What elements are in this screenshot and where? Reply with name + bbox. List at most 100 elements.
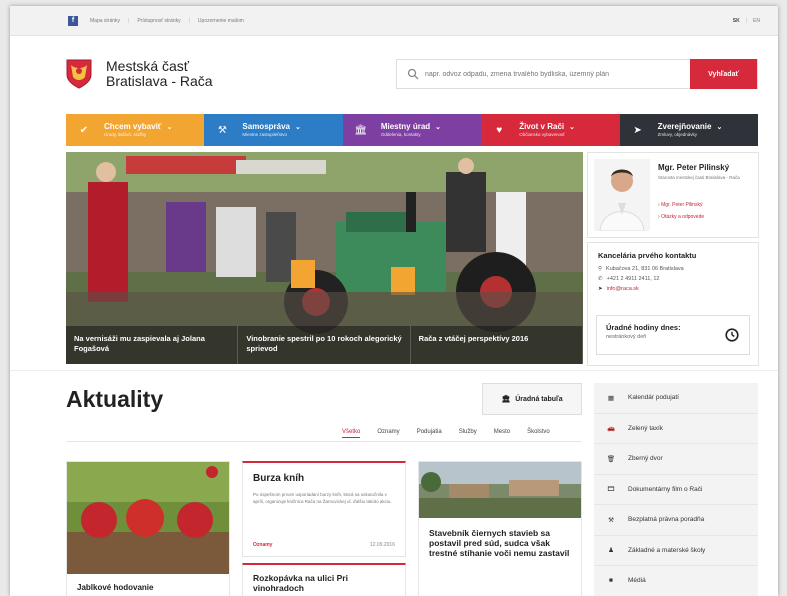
mayor-links: › Mgr. Peter Pilinský › Otázky a odpoved…	[658, 199, 704, 223]
news-card-date: 12.09.2016	[369, 542, 395, 548]
office-email[interactable]: ➤ info@raca.sk	[598, 284, 748, 294]
top-link-sitemap[interactable]: Mapa stránky	[90, 18, 120, 24]
site-title[interactable]: Mestská časť Bratislava - Rača	[106, 59, 213, 89]
nav-title: Zverejňovanie ⌄	[657, 121, 723, 131]
nav-subtitle: Miestne zastupiteľstvo	[242, 131, 287, 137]
nav-title: Chcem vybaviť ⌄	[104, 121, 173, 131]
office-hours: Úradné hodiny dnes: nestránkový deň	[596, 315, 750, 355]
gavel-icon: ⚒	[608, 516, 614, 524]
lang-sk[interactable]: SK	[733, 18, 740, 24]
nav-text: Život v Rači ⌄ Občianska vybavenosť	[519, 122, 575, 138]
news-card-footer: Oznamy 12.09.2016	[253, 542, 395, 548]
nav-chcem-vybavit[interactable]: ✔ Chcem vybaviť ⌄ Úrady, tlačivá, služby	[66, 114, 205, 146]
check-icon: ✔	[79, 124, 89, 136]
news-card-title: Rozkopávka na ulici Pri vinohradoch	[253, 573, 348, 593]
mayor-role: Starosta mestskej časti Bratislava - Rač…	[658, 175, 740, 180]
mayor-link-faq[interactable]: › Otázky a odpovede	[658, 211, 704, 223]
lang-en[interactable]: EN	[753, 18, 760, 24]
office-address: ⚲ Kubačova 21, 831 06 Bratislava	[598, 266, 684, 272]
nav-miestny-urad[interactable]: 🏛 Miestny úrad ⌄ Oddelenia, kontakty	[342, 114, 482, 146]
film-icon: 🎞	[606, 486, 616, 494]
filter-city[interactable]: Mesto	[494, 429, 510, 438]
send-icon: ➤	[598, 286, 603, 292]
nav-zverejnovanie[interactable]: ➤ Zverejňovanie ⌄ Zmluvy, objednávky	[619, 114, 759, 146]
nav-samosprava[interactable]: ⚒ Samospráva ⌄ Miestne zastupiteľstvo	[204, 114, 343, 146]
chevron-down-icon: ⌄	[295, 123, 301, 131]
nav-subtitle: Úrady, tlačivá, služby	[104, 131, 147, 137]
video-icon: ■	[609, 577, 613, 585]
news-card-tag[interactable]: Oznamy	[253, 542, 272, 548]
official-board-button[interactable]: 🏛 Úradná tabuľa	[482, 383, 582, 415]
news-card-text: Po úspešnom prvom usporiadaní burzy kníh…	[253, 492, 392, 504]
send-icon: ➤	[633, 124, 642, 136]
nav-text: Zverejňovanie ⌄ Zmluvy, objednávky	[657, 121, 723, 138]
search-button[interactable]: Vyhľadať	[690, 59, 757, 89]
divider	[66, 441, 582, 442]
nav-text: Miestny úrad ⌄ Oddelenia, kontakty	[380, 121, 442, 138]
header: Mestská časť Bratislava - Rača Vyhľadať	[10, 36, 778, 112]
nav-subtitle: Zmluvy, objednávky	[657, 131, 698, 137]
hero-slider[interactable]: Na vernisáži mu zaspievala aj Jolana Fog…	[66, 152, 583, 364]
office-hours-title: Úradné hodiny dnes:	[606, 323, 681, 332]
nav-title: Miestny úrad ⌄	[380, 121, 442, 131]
chevron-down-icon: ⌄	[166, 123, 173, 131]
car-icon: 🚗	[606, 425, 616, 433]
nav-subtitle: Občianska vybavenosť	[519, 131, 565, 137]
nav-zivot-v-raci[interactable]: ♥ Život v Rači ⌄ Občianska vybavenosť	[481, 114, 620, 146]
mayor-card: Mgr. Peter Pilinský Starosta mestskej ča…	[587, 152, 759, 238]
divider: |	[188, 17, 190, 24]
news-filters: Všetko Oznamy Podujatia Služby Mesto Ško…	[342, 429, 550, 438]
hero-captions: Na vernisáži mu zaspievala aj Jolana Fog…	[66, 326, 583, 364]
sidebar-item-calendar[interactable]: ▦ Kalendár podujatí	[594, 383, 758, 414]
hero-caption[interactable]: Na vernisáži mu zaspievala aj Jolana Fog…	[66, 326, 239, 364]
nav-title: Samospráva ⌄	[242, 121, 301, 131]
facebook-icon[interactable]: f	[68, 15, 78, 26]
building-icon: 🏛	[354, 124, 368, 136]
nav-subtitle: Oddelenia, kontakty	[380, 131, 421, 137]
heart-icon: ♥	[496, 124, 503, 136]
news-title: Aktuality	[66, 386, 164, 412]
office-title: Kancelária prvého kontaktu	[598, 251, 697, 260]
filter-events[interactable]: Podujatia	[417, 429, 442, 438]
filter-all[interactable]: Všetko	[342, 429, 361, 438]
quick-links-sidebar: ▦ Kalendár podujatí 🚗 Zelený taxík 🗑 Zberný…	[594, 383, 758, 596]
clock-icon	[725, 328, 739, 342]
sidebar-item-legal-advice[interactable]: ⚒ Bezplatná právna poradňa	[594, 505, 758, 536]
nav-text: Samospráva ⌄ Miestne zastupiteľstvo	[242, 121, 301, 138]
sidebar-item-green-taxi[interactable]: 🚗 Zelený taxík	[594, 414, 758, 444]
news-card[interactable]: Jablkové hodovanie	[66, 461, 230, 596]
site-title-line1: Mestská časť	[106, 58, 190, 74]
chevron-down-icon: ⌄	[716, 123, 723, 131]
news-card-title: Burza kníh	[253, 473, 305, 484]
filter-services[interactable]: Služby	[459, 429, 477, 438]
sidebar-item-schools[interactable]: ♟ Základné a materské školy	[594, 536, 758, 566]
top-link-newsletter[interactable]: Upozornenie mailom	[198, 18, 244, 24]
news-card[interactable]: Rozkopávka na ulici Pri vinohradoch	[242, 563, 406, 596]
sidebar-item-media[interactable]: ■ Médiá	[594, 566, 758, 596]
hammer-icon: ⚒	[217, 124, 227, 136]
search-input[interactable]	[425, 70, 690, 78]
chevron-down-icon: ⌄	[569, 123, 575, 131]
language-switch: SK | EN	[733, 18, 760, 24]
hero-caption[interactable]: Vinobranie spestril po 10 rokoch alegori…	[238, 326, 411, 364]
top-link-accessibility[interactable]: Prístupnosť stránky	[137, 18, 180, 24]
news-card-title: Stavebník čiernych stavieb sa postavil p…	[429, 528, 570, 558]
location-pin-icon: ⚲	[598, 266, 603, 272]
office-phone[interactable]: ✆ +421 2 4911 2411, 12	[598, 274, 748, 284]
mayor-link-profile[interactable]: › Mgr. Peter Pilinský	[658, 199, 704, 211]
coat-of-arms-icon[interactable]	[66, 59, 92, 89]
search-bar: Vyhľadať	[396, 59, 758, 89]
official-board-label: Úradná tabuľa	[515, 395, 563, 403]
phone-icon: ✆	[598, 276, 603, 282]
filter-schools[interactable]: Školstvo	[527, 429, 550, 438]
hero-caption[interactable]: Rača z vtáčej perspektívy 2016	[411, 326, 583, 364]
sidebar-item-collection-yard[interactable]: 🗑 Zberný dvor	[594, 444, 758, 475]
calendar-icon: ▦	[607, 394, 615, 402]
news-image-construction	[419, 462, 581, 518]
sidebar-item-documentary[interactable]: 🎞 Dokumentárny film o Rači	[594, 475, 758, 505]
news-card[interactable]: Burza kníh Po úspešnom prvom usporiadaní…	[242, 461, 406, 557]
news-card[interactable]: Stavebník čiernych stavieb sa postavil p…	[418, 461, 582, 596]
filter-notices[interactable]: Oznamy	[377, 429, 399, 438]
trash-icon: 🗑	[606, 455, 616, 463]
divider: |	[745, 17, 748, 24]
